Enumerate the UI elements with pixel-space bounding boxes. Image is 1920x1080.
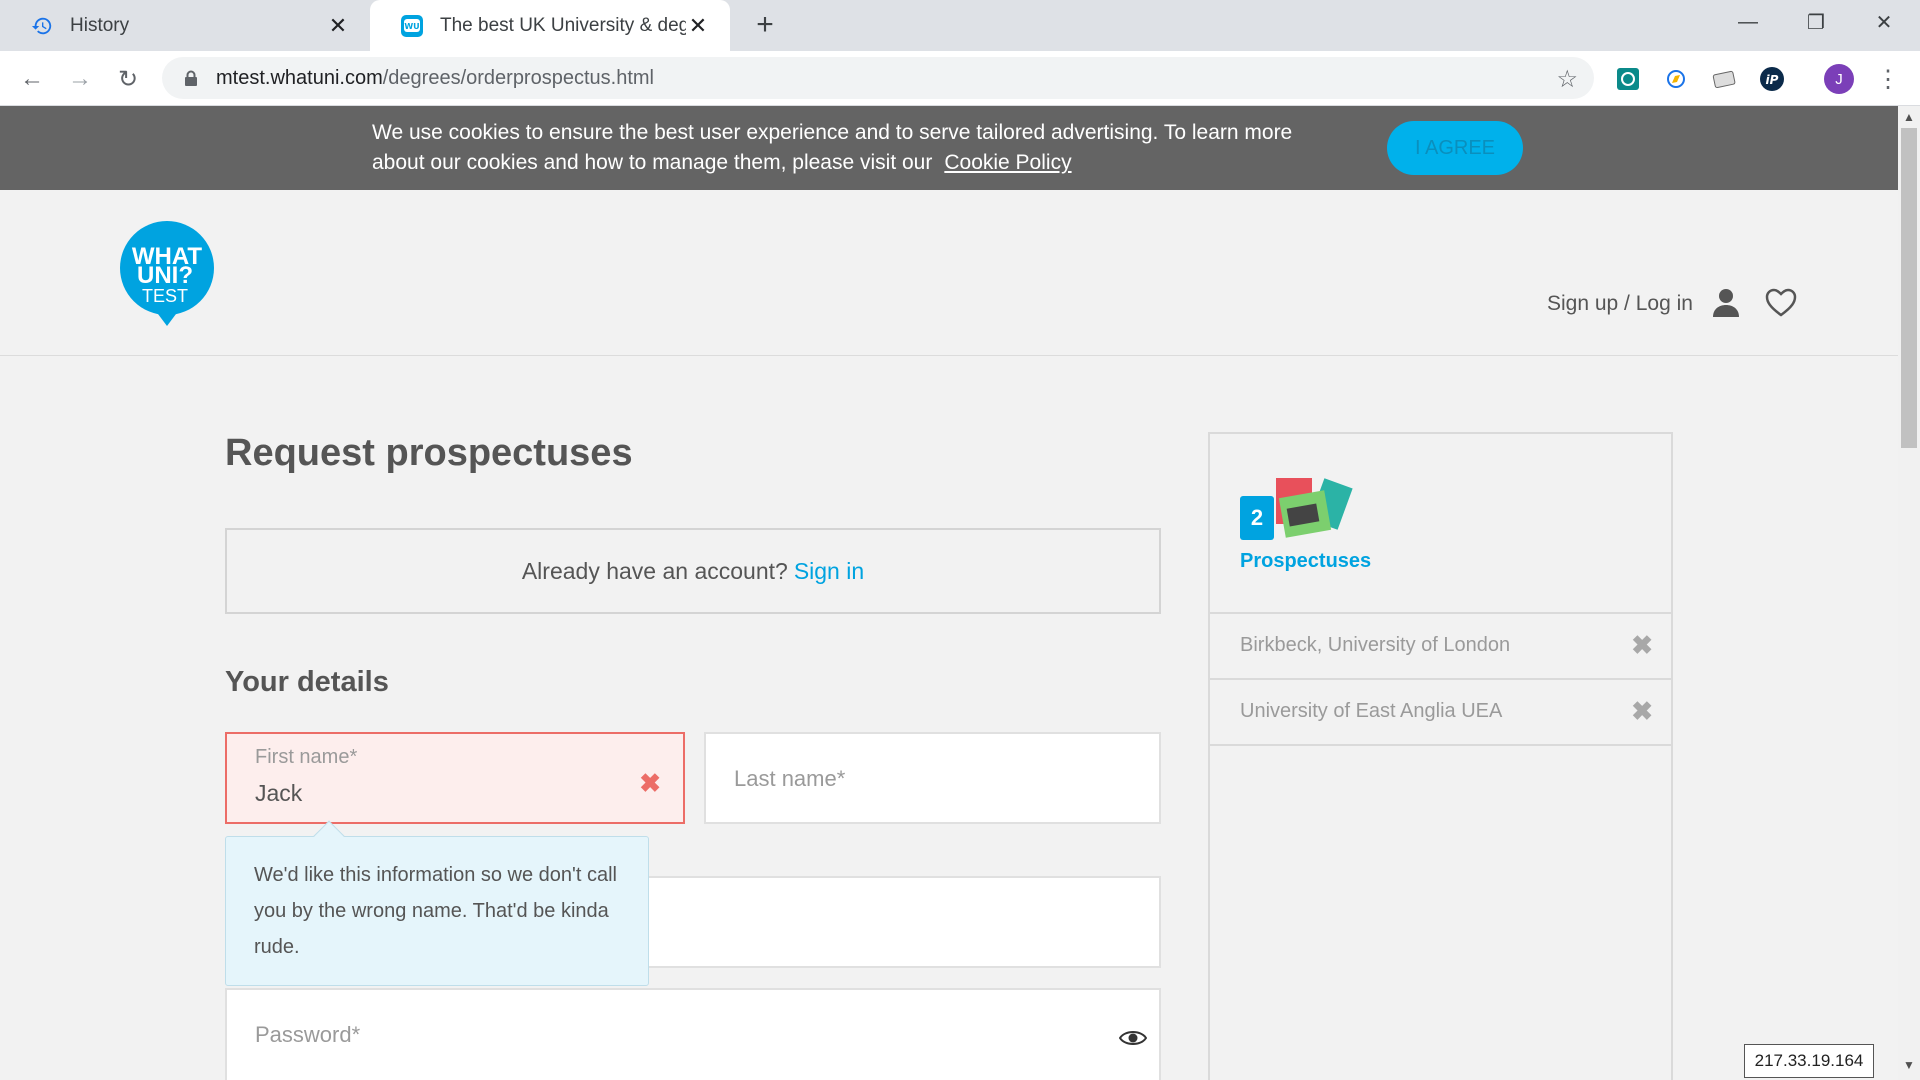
details-title: Your details xyxy=(225,666,389,698)
basket-item: Birkbeck, University of London ✖ xyxy=(1210,614,1671,680)
basket-item-name: Birkbeck, University of London xyxy=(1240,634,1511,656)
prospectus-basket: 2 Prospectuses Birkbeck, University of L… xyxy=(1208,432,1673,1080)
lock-icon xyxy=(182,69,200,87)
tooltip-text: We'd like this information so we don't c… xyxy=(254,864,617,958)
whatuni-favicon-icon: WU xyxy=(400,14,424,38)
address-bar[interactable]: mtest.whatuni.com/degrees/orderprospectu… xyxy=(162,57,1594,99)
eye-icon[interactable] xyxy=(1118,1028,1148,1048)
cookie-text: We use cookies to ensure the best user e… xyxy=(372,118,1332,178)
restore-icon[interactable]: ❐ xyxy=(1782,0,1850,44)
tab-title: The best UK University & degree xyxy=(440,14,686,36)
browser-toolbar: ← → ↻ mtest.whatuni.com/degrees/orderpro… xyxy=(0,51,1920,106)
first-name-value: Jack xyxy=(255,780,303,806)
remove-x-icon[interactable]: ✖ xyxy=(1631,630,1653,661)
browser-menu-icon[interactable]: ⋮ xyxy=(1874,64,1902,94)
site-header: WHAT UNI? TEST Sign up / Log in xyxy=(0,190,1898,356)
url-text: mtest.whatuni.com/degrees/orderprospectu… xyxy=(216,67,654,90)
tab-title: History xyxy=(70,14,130,36)
svg-text:WU: WU xyxy=(404,22,419,31)
extension-ip-icon[interactable]: iP xyxy=(1758,65,1786,93)
first-name-label: First name* xyxy=(255,746,358,768)
scroll-up-arrow-icon[interactable]: ▲ xyxy=(1903,110,1915,124)
tooltip-arrow xyxy=(313,820,345,852)
close-tab-icon[interactable]: ✕ xyxy=(686,13,710,38)
basket-header: 2 Prospectuses xyxy=(1210,434,1671,614)
logo-line-3: TEST xyxy=(142,286,188,306)
cookie-banner: We use cookies to ensure the best user e… xyxy=(0,106,1898,190)
extension-card-icon[interactable] xyxy=(1710,65,1738,93)
page: We use cookies to ensure the best user e… xyxy=(0,106,1898,1080)
svg-text:iP: iP xyxy=(1766,73,1779,87)
remove-x-icon[interactable]: ✖ xyxy=(1631,696,1653,727)
scroll-down-arrow-icon[interactable]: ▼ xyxy=(1903,1058,1915,1072)
scrollbar-thumb[interactable] xyxy=(1901,128,1917,448)
prospectus-books-icon xyxy=(1276,478,1353,538)
whatuni-logo[interactable]: WHAT UNI? TEST xyxy=(119,220,215,328)
minimize-icon[interactable]: — xyxy=(1714,0,1782,44)
tab-history[interactable]: History ✕ xyxy=(0,0,370,51)
url-host: mtest.whatuni.com xyxy=(216,66,383,89)
password-placeholder: Password* xyxy=(255,1022,361,1047)
basket-item-name: University of East Anglia UEA xyxy=(1240,700,1503,722)
cookie-message: We use cookies to ensure the best user e… xyxy=(372,121,1293,174)
last-name-placeholder: Last name* xyxy=(734,766,846,791)
new-tab-button[interactable]: + xyxy=(748,8,782,42)
account-prompt: Already have an account? xyxy=(521,557,788,584)
history-icon xyxy=(30,14,54,38)
close-window-icon[interactable]: ✕ xyxy=(1850,0,1918,44)
signin-link[interactable]: Sign in xyxy=(794,558,864,585)
tab-whatuni[interactable]: WU The best UK University & degree ✕ xyxy=(370,0,730,51)
logo-line-2: UNI? xyxy=(137,262,193,289)
first-name-tooltip: We'd like this information so we don't c… xyxy=(225,820,649,986)
close-tab-icon[interactable]: ✕ xyxy=(326,13,350,38)
last-name-field[interactable]: Last name* xyxy=(704,732,1161,824)
back-icon[interactable]: ← xyxy=(16,63,48,95)
prospectus-count-badge: 2 xyxy=(1240,496,1274,540)
heart-icon[interactable] xyxy=(1765,288,1797,318)
cookie-policy-link[interactable]: Cookie Policy xyxy=(944,151,1071,174)
prospectus-label[interactable]: Prospectuses xyxy=(1240,550,1371,573)
bookmark-star-icon[interactable]: ☆ xyxy=(1556,65,1578,94)
page-scrollbar[interactable]: ▲ ▼ xyxy=(1898,106,1920,1080)
forward-icon[interactable]: → xyxy=(64,63,96,95)
profile-avatar[interactable]: J xyxy=(1824,64,1854,94)
signup-login-link[interactable]: Sign up / Log in xyxy=(1547,292,1693,316)
ip-address-box: 217.33.19.164 xyxy=(1744,1044,1874,1078)
extension-compass-icon[interactable] xyxy=(1662,65,1690,93)
reload-icon[interactable]: ↻ xyxy=(112,63,144,95)
password-field[interactable]: Password* xyxy=(225,988,1161,1080)
agree-button[interactable]: I AGREE xyxy=(1387,121,1523,175)
first-name-field[interactable]: First name* Jack ✖ xyxy=(225,732,685,824)
basket-item: University of East Anglia UEA ✖ xyxy=(1210,680,1671,746)
user-icon[interactable] xyxy=(1712,288,1740,318)
page-title: Request prospectuses xyxy=(225,432,633,474)
browser-tab-bar: History ✕ WU The best UK University & de… xyxy=(0,0,1920,51)
error-x-icon[interactable]: ✖ xyxy=(639,768,661,799)
url-path: /degrees/orderprospectus.html xyxy=(382,66,654,89)
account-box: Already have an account? Sign in xyxy=(225,528,1161,614)
extension-teal-icon[interactable] xyxy=(1614,65,1642,93)
